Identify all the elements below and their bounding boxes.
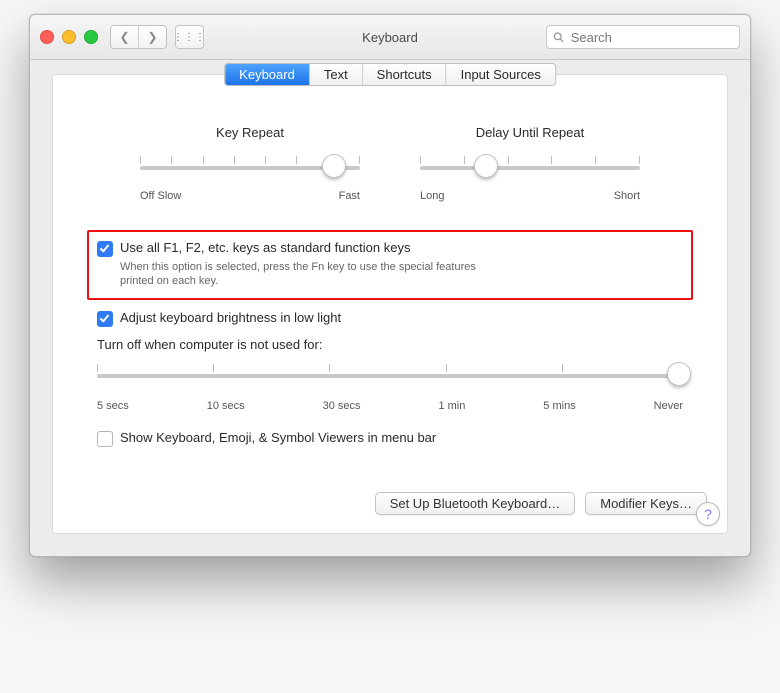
viewers-label: Show Keyboard, Emoji, & Symbol Viewers i…	[120, 430, 436, 447]
nav-back-forward: ❮ ❯	[110, 25, 167, 49]
delay-repeat-label: Delay Until Repeat	[420, 125, 640, 140]
help-icon: ?	[704, 506, 712, 522]
turnoff-label: Turn off when computer is not used for:	[97, 337, 683, 352]
key-repeat-min-label: Off Slow	[140, 190, 181, 202]
viewers-checkbox[interactable]	[97, 431, 113, 447]
search-input[interactable]	[569, 29, 733, 46]
tab-keyboard[interactable]: Keyboard	[225, 64, 309, 85]
tab-bar: Keyboard Text Shortcuts Input Sources	[224, 63, 556, 86]
modifier-keys-button[interactable]: Modifier Keys…	[585, 492, 707, 515]
close-window-button[interactable]	[40, 30, 54, 44]
brightness-checkbox[interactable]	[97, 311, 113, 327]
key-repeat-block: Key Repeat Off Slow Fast	[140, 125, 360, 202]
delay-repeat-block: Delay Until Repeat Long Short	[420, 125, 640, 202]
turnoff-block: Turn off when computer is not used for: …	[97, 337, 683, 412]
chevron-right-icon: ❯	[147, 30, 157, 44]
tab-shortcuts[interactable]: Shortcuts	[362, 64, 446, 85]
tab-text[interactable]: Text	[309, 64, 362, 85]
chevron-left-icon: ❮	[119, 30, 129, 44]
preferences-window: ❮ ❯ ⋮⋮⋮ Keyboard Keyboard Text Shortcuts…	[29, 14, 751, 557]
search-field[interactable]	[546, 25, 740, 49]
delay-repeat-slider[interactable]	[420, 158, 640, 186]
fn-keys-label: Use all F1, F2, etc. keys as standard fu…	[120, 240, 480, 257]
key-repeat-slider[interactable]	[140, 158, 360, 186]
tab-input-sources[interactable]: Input Sources	[446, 64, 555, 85]
delay-repeat-knob[interactable]	[474, 154, 498, 178]
search-icon	[553, 31, 564, 43]
nav-forward-button[interactable]: ❯	[138, 26, 166, 48]
highlighted-option: Use all F1, F2, etc. keys as standard fu…	[87, 230, 693, 300]
content-panel: Keyboard Text Shortcuts Input Sources Ke…	[52, 74, 728, 534]
turnoff-tick-labels: 5 secs 10 secs 30 secs 1 min 5 mins Neve…	[97, 400, 683, 412]
delay-repeat-min-label: Long	[420, 190, 444, 202]
titlebar: ❮ ❯ ⋮⋮⋮ Keyboard	[30, 15, 750, 60]
help-button[interactable]: ?	[696, 502, 720, 526]
turnoff-knob[interactable]	[667, 362, 691, 386]
bottom-buttons: Set Up Bluetooth Keyboard… Modifier Keys…	[375, 492, 707, 515]
show-all-button[interactable]: ⋮⋮⋮	[175, 25, 204, 49]
key-repeat-max-label: Fast	[339, 190, 360, 202]
key-repeat-label: Key Repeat	[140, 125, 360, 140]
delay-repeat-max-label: Short	[614, 190, 640, 202]
minimize-window-button[interactable]	[62, 30, 76, 44]
fn-keys-help: When this option is selected, press the …	[120, 260, 480, 289]
zoom-window-button[interactable]	[84, 30, 98, 44]
options: Use all F1, F2, etc. keys as standard fu…	[81, 230, 699, 447]
window-controls	[40, 30, 98, 44]
grid-icon: ⋮⋮⋮	[175, 32, 204, 43]
nav-back-button[interactable]: ❮	[111, 26, 138, 48]
fn-keys-checkbox[interactable]	[97, 241, 113, 257]
turnoff-slider[interactable]	[97, 366, 679, 394]
window-body: Keyboard Text Shortcuts Input Sources Ke…	[30, 60, 750, 556]
slider-row: Key Repeat Off Slow Fast Delay Until Rep…	[81, 125, 699, 210]
key-repeat-knob[interactable]	[322, 154, 346, 178]
brightness-label: Adjust keyboard brightness in low light	[120, 310, 341, 327]
setup-bluetooth-button[interactable]: Set Up Bluetooth Keyboard…	[375, 492, 576, 515]
